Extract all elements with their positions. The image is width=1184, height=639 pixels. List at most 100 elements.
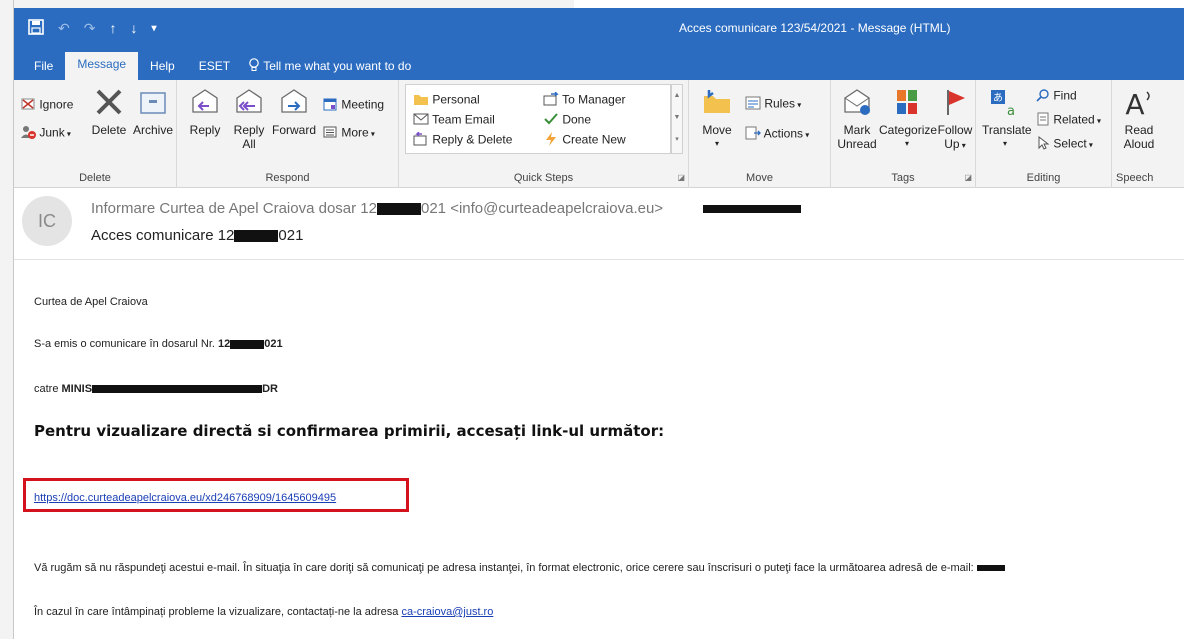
magnifier-icon — [1036, 88, 1050, 105]
document-link[interactable]: https://doc.curteadeapelcraiova.eu/xd246… — [34, 492, 336, 504]
quick-step-to-manager[interactable]: To Manager — [543, 91, 626, 109]
group-delete: Ignore Junk ▾ Delete Archive Delete — [14, 80, 177, 188]
team-email-icon — [413, 112, 429, 129]
redaction-bar — [703, 205, 802, 214]
related-icon — [1036, 112, 1050, 129]
dialog-launcher-icon[interactable]: ◪ — [677, 173, 685, 182]
related-button[interactable]: Related ▾ — [1036, 112, 1101, 129]
contact-email-link[interactable]: ca-craiova@just.ro — [401, 606, 493, 618]
ribbon-tabs: File Message Help ESET Tell me what you … — [14, 48, 1184, 80]
meeting-icon — [322, 96, 338, 115]
undo-icon[interactable]: ↶ — [58, 20, 70, 37]
redaction-bar — [234, 230, 279, 243]
quick-step-team-email[interactable]: Team Email — [413, 112, 495, 129]
group-tags: Mark Unread Categorize ▾ Follow Up ▾ Tag… — [831, 80, 976, 188]
tell-me-label: Tell me what you want to do — [263, 59, 412, 73]
subject-line: Acces comunicare 12 021 — [91, 227, 303, 244]
categorize-icon — [879, 86, 935, 121]
lightning-icon — [543, 132, 559, 149]
select-button[interactable]: Select ▾ — [1036, 135, 1093, 153]
forward-icon — [271, 86, 317, 121]
redaction-bar — [377, 203, 421, 216]
lightbulb-icon — [248, 58, 263, 73]
mark-unread-button[interactable]: Mark Unread — [835, 86, 879, 151]
rules-button[interactable]: Rules ▾ — [745, 96, 801, 113]
tab-help[interactable]: Help — [138, 54, 187, 80]
actions-button[interactable]: Actions ▾ — [745, 126, 809, 143]
mark-unread-icon — [835, 86, 879, 121]
delete-button[interactable]: Delete — [86, 86, 132, 137]
reply-all-button[interactable]: Reply All — [227, 86, 271, 151]
message-header: IC Informare Curtea de Apel Craiova dosa… — [14, 188, 1184, 260]
tab-file[interactable]: File — [22, 54, 65, 80]
flag-icon — [935, 86, 975, 121]
group-move: Move ▾ Rules ▾ Actions ▾ Move — [689, 80, 831, 188]
redaction-bar — [92, 385, 263, 394]
body-emis-line: S-a emis o comunicare în dosarul Nr. 12 0… — [34, 338, 283, 350]
group-label-delete: Delete — [79, 172, 111, 184]
more-respond-button[interactable]: More ▾ — [322, 124, 375, 143]
redo-icon[interactable]: ↷ — [84, 20, 96, 37]
group-speech: A Read Aloud Speech — [1112, 80, 1184, 188]
previous-item-icon[interactable]: ↑ — [109, 20, 116, 36]
forward-button[interactable]: Forward — [271, 86, 317, 137]
dialog-launcher-icon[interactable]: ◪ — [964, 173, 972, 182]
reply-all-icon — [227, 86, 271, 121]
message-body: Curtea de Apel Craiova S-a emis o comuni… — [14, 260, 1184, 639]
quick-access-toolbar: ↶ ↷ ↑ ↓ ▾ — [28, 8, 157, 48]
junk-button[interactable]: Junk ▾ — [20, 124, 71, 143]
sender-suffix: 021 <info@curteadeapelcraiova.eu> — [421, 200, 664, 217]
body-catre-line: catre MINIS DR — [34, 383, 278, 395]
outlook-message-window: ↶ ↷ ↑ ↓ ▾ Acces comunicare 123/54/2021 -… — [14, 8, 1184, 639]
cursor-icon — [1036, 135, 1050, 153]
tell-me-search[interactable]: Tell me what you want to do — [242, 54, 423, 80]
group-quick-steps: Personal Team Email Reply & Delete To Ma… — [399, 80, 689, 188]
save-icon[interactable] — [28, 18, 44, 38]
next-item-icon[interactable]: ↓ — [130, 20, 137, 36]
follow-up-button[interactable]: Follow Up ▾ — [935, 86, 975, 153]
quick-steps-scroll[interactable]: ▲ ▼ ▾ — [671, 84, 683, 154]
categorize-button[interactable]: Categorize ▾ — [879, 86, 937, 151]
subject-prefix: Acces comunicare 12 — [91, 227, 235, 244]
junk-icon — [20, 124, 36, 143]
svg-text:A: A — [1125, 88, 1144, 118]
body-notice: Vă rugăm să nu răspundeţi acestui e-mail… — [34, 562, 1005, 574]
redaction-bar — [230, 339, 265, 349]
body-greeting: Curtea de Apel Craiova — [34, 296, 148, 308]
group-editing: あa Translate ▾ Find Related ▾ Select ▾ E… — [976, 80, 1112, 188]
avatar[interactable]: IC — [22, 196, 72, 246]
sender-line[interactable]: Informare Curtea de Apel Craiova dosar 1… — [91, 200, 802, 217]
group-label-move: Move — [746, 172, 773, 184]
group-label-quick-steps: Quick Steps — [513, 172, 574, 184]
delete-x-icon — [86, 86, 132, 121]
checkmark-icon — [543, 112, 559, 129]
archive-button[interactable]: Archive — [130, 86, 176, 137]
read-aloud-button[interactable]: A Read Aloud — [1118, 86, 1160, 151]
meeting-button[interactable]: Meeting — [322, 96, 384, 115]
tab-message[interactable]: Message — [65, 52, 139, 80]
sender-prefix: Informare Curtea de Apel Craiova dosar 1… — [91, 200, 377, 217]
quick-step-create-new[interactable]: Create New — [543, 132, 626, 149]
reply-button[interactable]: Reply — [183, 86, 227, 137]
find-button[interactable]: Find — [1036, 88, 1077, 105]
move-button[interactable]: Move ▾ — [699, 86, 735, 151]
read-aloud-icon: A — [1118, 86, 1160, 121]
ignore-button[interactable]: Ignore — [20, 96, 73, 115]
archive-icon — [130, 86, 176, 121]
group-label-tags: Tags — [891, 172, 915, 184]
body-contact-line: În cazul în care întâmpinați probleme la… — [34, 606, 494, 618]
body-heading: Pentru vizualizare directă si confirmare… — [34, 422, 665, 440]
quick-step-reply-delete[interactable]: Reply & Delete — [413, 131, 512, 149]
svg-text:a: a — [1007, 104, 1015, 118]
quick-step-personal[interactable]: Personal — [413, 92, 480, 109]
translate-button[interactable]: あa Translate ▾ — [982, 86, 1032, 151]
reply-delete-icon — [413, 131, 429, 149]
quick-step-done[interactable]: Done — [543, 112, 591, 129]
subject-suffix: 021 — [278, 227, 304, 244]
move-folder-icon — [699, 86, 735, 121]
title-bar: ↶ ↷ ↑ ↓ ▾ Acces comunicare 123/54/2021 -… — [14, 8, 1184, 48]
to-manager-icon — [543, 91, 559, 109]
customize-toolbar-icon[interactable]: ▾ — [151, 23, 156, 34]
redaction-bar — [976, 565, 1005, 572]
tab-eset[interactable]: ESET — [187, 54, 242, 80]
